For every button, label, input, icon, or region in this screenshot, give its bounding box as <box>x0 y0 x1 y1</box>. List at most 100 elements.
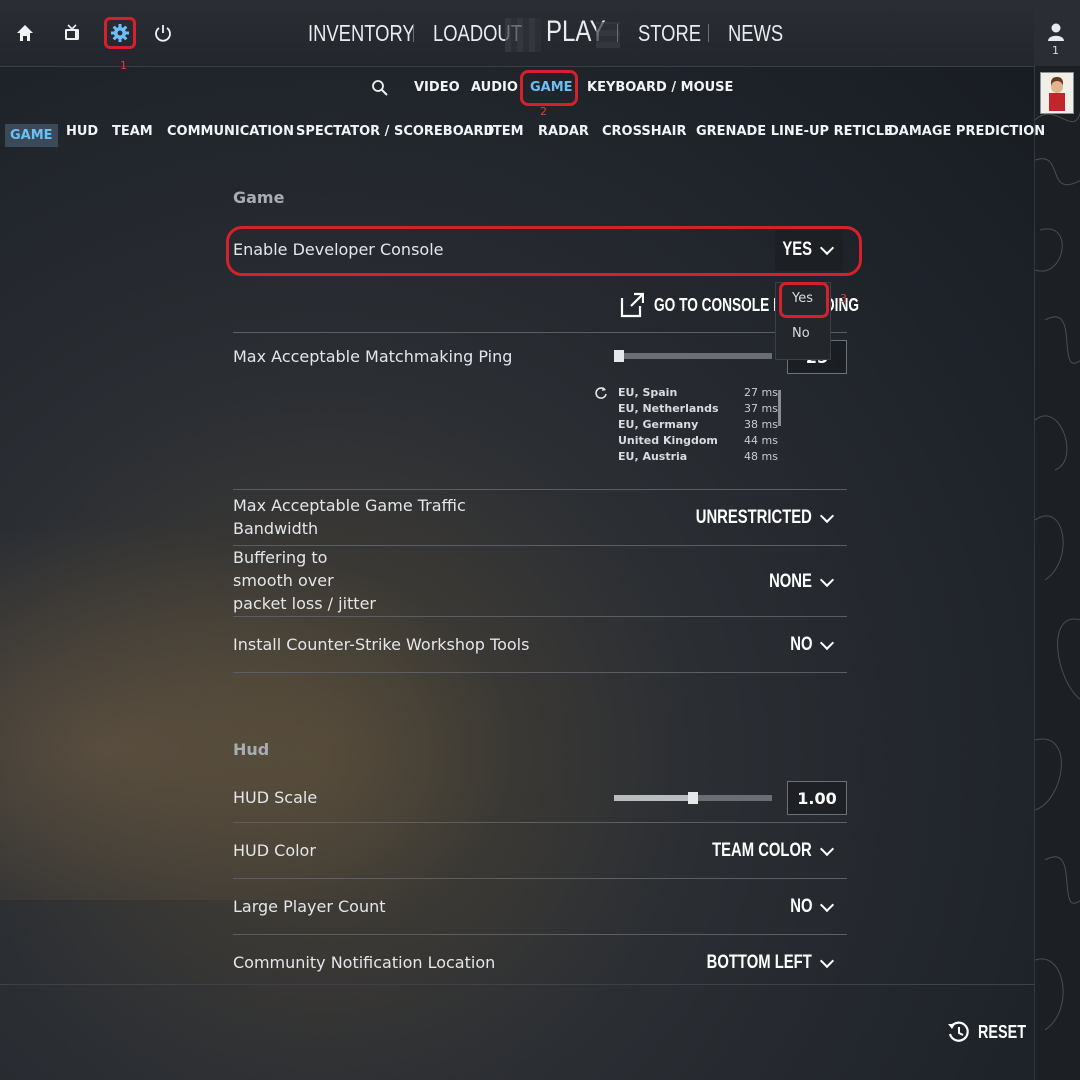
ping-list-scrollbar[interactable] <box>778 390 781 426</box>
history-icon <box>948 1021 969 1042</box>
category-tab-crosshair[interactable]: CROSSHAIR <box>602 124 687 139</box>
section-title-hud: Hud <box>233 740 270 759</box>
category-tab-team[interactable]: TEAM <box>112 124 153 139</box>
community-notification-label: Community Notification Location <box>233 953 496 972</box>
search-icon[interactable] <box>371 79 389 97</box>
hud-color-value: TEAM COLOR <box>712 840 812 861</box>
server-ping-row: EU, Netherlands 37 ms <box>618 402 778 418</box>
buffering-label-line2: smooth over <box>233 571 334 590</box>
power-icon <box>155 25 171 42</box>
ping-slider[interactable] <box>614 353 772 359</box>
large-player-count-dropdown[interactable]: NO <box>784 896 835 918</box>
play-button-backdrop <box>505 18 541 52</box>
row-divider <box>233 878 847 879</box>
chevron-down-icon <box>819 841 835 857</box>
server-ping-ms: 48 ms <box>744 450 778 463</box>
large-player-count-value: NO <box>789 896 812 917</box>
home-button[interactable] <box>12 20 38 46</box>
tab-keyboard-mouse[interactable]: KEYBOARD / MOUSE <box>587 80 733 95</box>
community-notification-value: BOTTOM LEFT <box>706 952 812 973</box>
buffering-label: Buffering to smooth over packet loss / j… <box>233 546 376 615</box>
reset-button[interactable]: RESET <box>946 1020 1038 1044</box>
nav-divider <box>708 24 709 42</box>
nav-inventory[interactable]: INVENTORY <box>308 20 415 47</box>
annotation-box-2 <box>520 70 578 106</box>
category-tab-hud[interactable]: HUD <box>66 124 98 139</box>
section-title-game: Game <box>233 188 285 207</box>
nav-divider <box>617 24 618 42</box>
nav-news[interactable]: NEWS <box>728 20 783 47</box>
server-name: United Kingdom <box>618 434 718 447</box>
bandwidth-label: Max Acceptable Game Traffic Bandwidth <box>233 494 466 540</box>
server-ping-ms: 38 ms <box>744 418 778 431</box>
row-divider <box>233 934 847 935</box>
buffering-value: NONE <box>769 571 812 592</box>
server-ping-ms: 37 ms <box>744 402 778 415</box>
annotation-box-3 <box>779 282 829 318</box>
server-name: EU, Germany <box>618 418 699 431</box>
power-button[interactable] <box>150 20 176 46</box>
server-ping-ms: 27 ms <box>744 386 778 399</box>
row-divider <box>233 332 847 333</box>
nav-store[interactable]: STORE <box>638 20 701 47</box>
friends-icon[interactable] <box>1047 22 1065 42</box>
server-ping-row: EU, Spain 27 ms <box>618 386 778 402</box>
workshop-dropdown[interactable]: NO <box>784 634 835 656</box>
large-player-count-label: Large Player Count <box>233 897 386 916</box>
hud-scale-slider-thumb[interactable] <box>688 792 698 804</box>
category-tab-radar[interactable]: RADAR <box>538 124 589 139</box>
ping-slider-thumb[interactable] <box>614 350 624 362</box>
chevron-down-icon <box>819 897 835 913</box>
annotation-number-2: 2 <box>540 105 547 118</box>
console-keybinding-link[interactable]: GO TO CONSOLE KEYBINDING <box>620 292 924 318</box>
server-ping-row: EU, Austria 48 ms <box>618 450 778 466</box>
nav-divider <box>413 24 414 42</box>
reset-label: RESET <box>978 1021 1027 1042</box>
workshop-label: Install Counter-Strike Workshop Tools <box>233 635 530 654</box>
tv-icon <box>65 24 79 40</box>
category-tab-game[interactable]: GAME <box>5 124 58 147</box>
server-ping-row: EU, Germany 38 ms <box>618 418 778 434</box>
row-divider <box>233 672 847 673</box>
annotation-number-3: 3 <box>840 292 847 305</box>
category-tab-damage-prediction[interactable]: DAMAGE PREDICTION <box>888 124 1045 139</box>
tab-video[interactable]: VIDEO <box>414 80 460 95</box>
category-tab-item[interactable]: ITEM <box>488 124 524 139</box>
category-tab-communication[interactable]: COMMUNICATION <box>167 124 294 139</box>
contour-pattern <box>1035 111 1080 1031</box>
hud-scale-slider-fill <box>614 795 693 801</box>
server-ping-list: EU, Spain 27 ms EU, Netherlands 37 ms EU, Ge… <box>618 386 778 466</box>
hud-scale-label: HUD Scale <box>233 788 318 807</box>
server-name: EU, Spain <box>618 386 678 399</box>
bandwidth-dropdown[interactable]: UNRESTRICTED <box>663 507 835 529</box>
friends-count: 1 <box>1052 44 1059 57</box>
option-no[interactable]: No <box>792 326 810 341</box>
watch-button[interactable] <box>59 20 85 46</box>
row-divider <box>233 822 847 823</box>
workshop-value: NO <box>789 634 812 655</box>
bandwidth-label-line1: Max Acceptable Game Traffic <box>233 496 466 515</box>
hud-scale-value-box[interactable]: 1.00 <box>787 781 847 815</box>
tab-audio[interactable]: AUDIO <box>471 80 518 95</box>
buffering-label-line1: Buffering to <box>233 548 328 567</box>
server-name: EU, Netherlands <box>618 402 719 415</box>
right-rail <box>1034 0 1080 1080</box>
bandwidth-label-line2: Bandwidth <box>233 519 319 538</box>
category-tab-spectator-scoreboard[interactable]: SPECTATOR / SCOREBOARD <box>296 124 494 139</box>
avatar[interactable] <box>1040 72 1074 114</box>
buffering-dropdown[interactable]: NONE <box>757 571 835 593</box>
category-tab-grenade-lineup-reticle[interactable]: GRENADE LINE-UP RETICLE <box>696 124 893 139</box>
external-link-icon <box>620 292 644 318</box>
hud-color-dropdown[interactable]: TEAM COLOR <box>684 840 835 862</box>
chevron-down-icon <box>819 635 835 651</box>
annotation-number-1: 1 <box>120 59 127 72</box>
refresh-icon[interactable] <box>594 386 608 400</box>
server-name: EU, Austria <box>618 450 688 463</box>
avatar-image <box>1049 77 1065 111</box>
bandwidth-value: UNRESTRICTED <box>695 507 812 528</box>
community-notification-dropdown[interactable]: BOTTOM LEFT <box>677 952 835 974</box>
chevron-down-icon <box>819 508 835 524</box>
buffering-label-line3: packet loss / jitter <box>233 594 376 613</box>
ping-label: Max Acceptable Matchmaking Ping <box>233 347 513 366</box>
home-icon <box>17 25 33 41</box>
